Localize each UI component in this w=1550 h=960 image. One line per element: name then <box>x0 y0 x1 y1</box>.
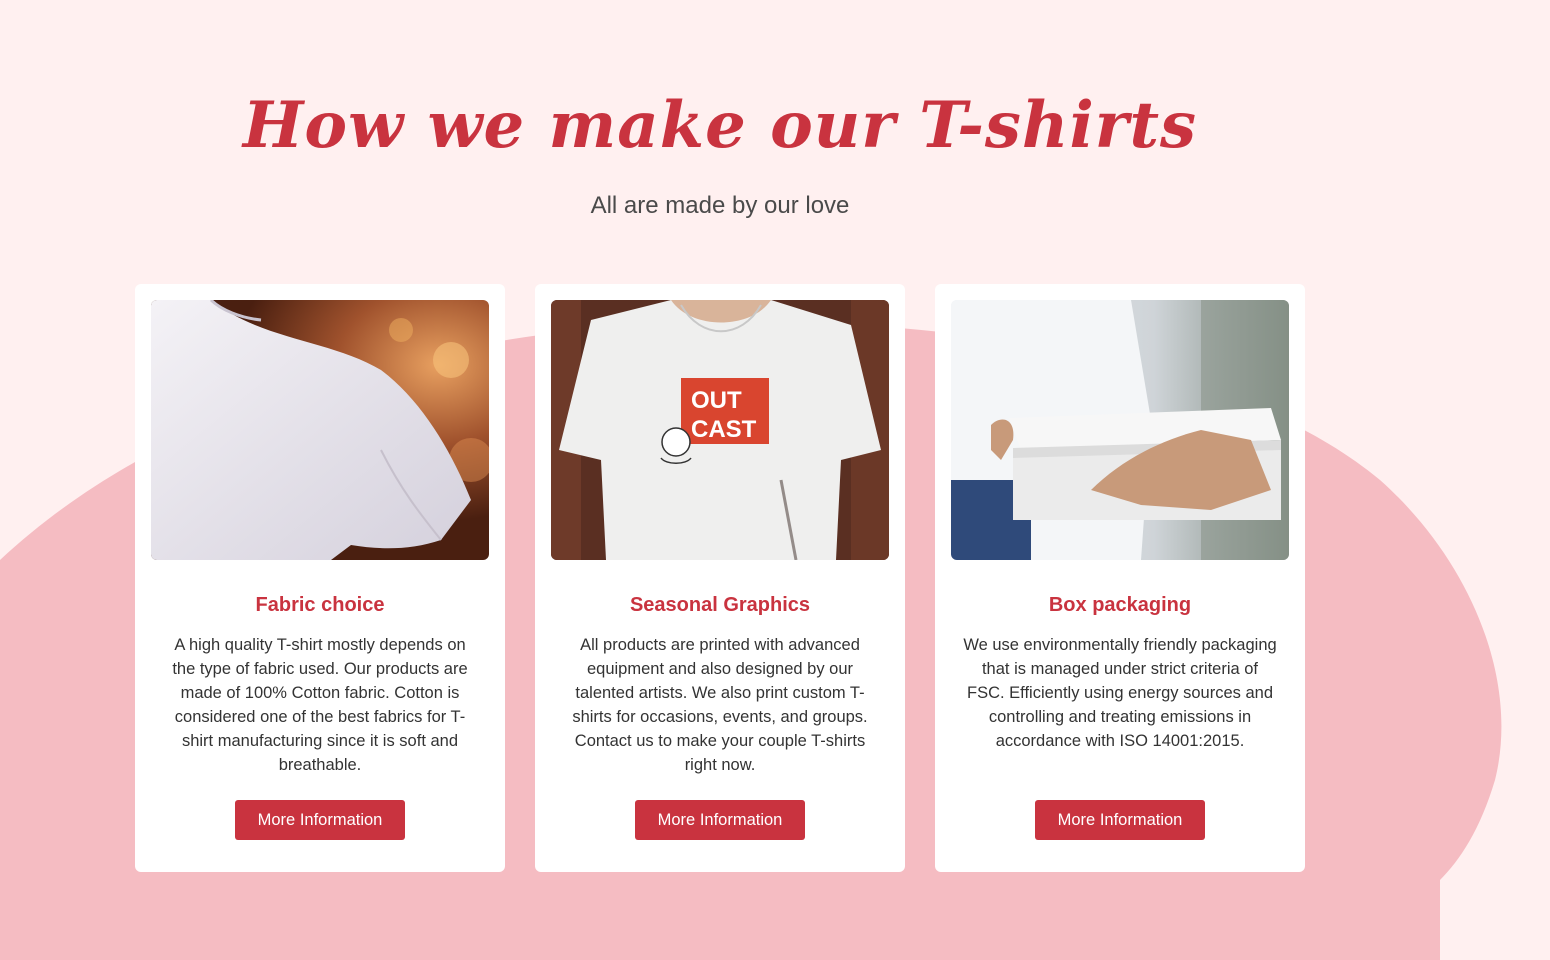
shirt-print-line1: OUT <box>691 387 742 414</box>
card-description: A high quality T-shirt mostly depends on… <box>172 636 468 774</box>
card-description: All products are printed with advanced e… <box>572 636 868 774</box>
card-title: Seasonal Graphics <box>629 594 811 616</box>
graphics-photo: OUT CAST <box>551 300 889 560</box>
card-title: Box packaging <box>1048 594 1192 616</box>
card-box-packaging: Box packaging We use environmentally fri… <box>935 284 1305 872</box>
card-description: We use environmentally friendly packagin… <box>963 636 1277 750</box>
section-subtitle: All are made by our love <box>590 192 850 219</box>
fabric-photo <box>151 300 489 560</box>
card-seasonal-graphics: OUT CAST Seasonal Graphics All products … <box>535 284 905 872</box>
more-information-button[interactable]: More Information <box>1035 800 1205 840</box>
card-title: Fabric choice <box>255 594 385 616</box>
card-image: OUT CAST <box>551 300 889 560</box>
card-image <box>951 300 1289 560</box>
shirt-print-line2: CAST <box>691 416 757 443</box>
section-title: How we make our T-shirts <box>242 88 1198 163</box>
more-information-button[interactable]: More Information <box>235 800 405 840</box>
more-information-button[interactable]: More Information <box>635 800 805 840</box>
card-fabric-choice: Fabric choice A high quality T-shirt mos… <box>135 284 505 872</box>
packaging-photo <box>951 300 1289 560</box>
card-image <box>151 300 489 560</box>
